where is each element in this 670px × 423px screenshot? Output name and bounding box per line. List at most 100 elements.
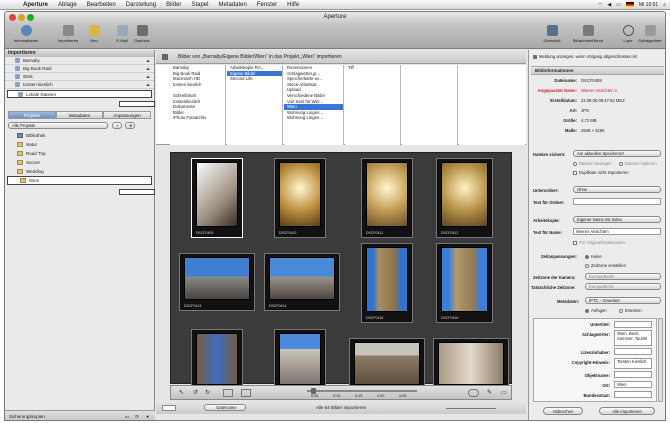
zoom-icon[interactable] xyxy=(27,14,34,21)
version-select[interactable]: Eigener Name mit Index xyxy=(573,216,661,223)
zoom-slider[interactable] xyxy=(446,408,496,409)
iptc-field[interactable] xyxy=(614,348,652,355)
browser-item[interactable]: iPhoto Fotoarchiv xyxy=(170,115,225,121)
tree-soccer[interactable]: Soccer xyxy=(5,158,154,167)
tz-none-option[interactable]: Keine xyxy=(585,254,602,259)
menu-edit[interactable]: Bearbeiten xyxy=(82,2,121,8)
iptc-field[interactable] xyxy=(614,371,652,378)
menu-stack[interactable]: Stapel xyxy=(186,2,213,8)
eject-icon[interactable]: ⏏ xyxy=(146,58,150,63)
thumbnail[interactable]: DSCF0411 xyxy=(361,158,413,238)
project-filter-select[interactable]: Alle Projekte xyxy=(8,121,108,129)
tree-natur[interactable]: Natur xyxy=(5,140,154,149)
metadata-preset-select[interactable]: IPTC – Erweitert xyxy=(585,297,661,304)
eject-icon[interactable]: ⏏ xyxy=(146,74,150,79)
cancel-button[interactable]: Abbrechen xyxy=(543,407,583,415)
eject-icon[interactable]: ⏏ xyxy=(146,66,150,71)
battery-icon[interactable]: ▭ xyxy=(616,2,621,8)
browser-item[interactable]: Second Life xyxy=(227,76,282,82)
menu-help[interactable]: Hilfe xyxy=(282,2,304,8)
thumbnail[interactable] xyxy=(191,329,243,385)
thumbnail[interactable]: DSCF0416 xyxy=(436,243,493,323)
iptc-field[interactable]: Wien xyxy=(614,381,652,388)
tree-road-trip[interactable]: Road Trip xyxy=(5,149,154,158)
backup-icon[interactable]: ▭ xyxy=(125,411,129,420)
source-big-book-raid[interactable]: Big Book Raid ⏏ xyxy=(5,65,154,73)
no-duplicates-checkbox[interactable]: Duplikate nicht importieren xyxy=(573,170,629,175)
iptc-field[interactable]: Torsten Kieslich xyxy=(614,358,652,369)
camera-icon[interactable] xyxy=(468,389,479,397)
more-icon[interactable]: ▭ xyxy=(501,389,507,396)
rotate-right-icon[interactable]: ↻ xyxy=(205,389,210,396)
toolbar-info-button[interactable]: Informationen xyxy=(9,25,43,47)
name-text-field[interactable]: Wiener Ansichten xyxy=(573,228,661,235)
menu-metadata[interactable]: Metadaten xyxy=(213,2,251,8)
add-project-button[interactable]: + xyxy=(112,121,122,129)
tab-metadata[interactable]: Metadaten xyxy=(55,111,104,119)
iptc-field[interactable]: Wien, Bach, Sommer, Tourist xyxy=(614,330,652,346)
menu-view[interactable]: Darstellung xyxy=(121,2,161,8)
iptc-field[interactable] xyxy=(614,391,652,398)
metadata-append-option[interactable]: Anfügen xyxy=(585,308,607,313)
folder-text-field[interactable] xyxy=(573,198,661,205)
source-torsten[interactable]: torsten kieslich ⏏ xyxy=(5,81,154,89)
tree-wedding[interactable]: Wedding xyxy=(5,167,154,176)
sync-icon[interactable]: ⟳ xyxy=(135,411,139,420)
move-option[interactable]: Dateien bewegen xyxy=(573,161,612,166)
thumbnail[interactable] xyxy=(349,338,425,385)
browser-item[interactable]: Tiff xyxy=(345,65,400,71)
thumbnail[interactable] xyxy=(433,338,509,385)
iptc-scrollbar[interactable] xyxy=(658,318,663,402)
wifi-icon[interactable]: ◠ xyxy=(598,2,602,8)
tz-set-option[interactable]: Zeitzone einstellen xyxy=(585,263,626,268)
copy-option[interactable]: Dateien kopieren xyxy=(619,161,657,166)
thumbnail[interactable]: DSCF0415 xyxy=(361,243,413,323)
toolbar-slideshow-button[interactable]: Diashow xyxy=(125,25,159,47)
thumbnail-size-slider[interactable] xyxy=(307,390,417,392)
thumbnail[interactable]: DSCF0410 xyxy=(274,158,326,238)
metadata-replace-option[interactable]: Ersetzen xyxy=(619,308,642,313)
toolbar-fullscreen-button[interactable]: Bildschirmfüllend xyxy=(571,25,605,47)
checkbox-icon[interactable] xyxy=(533,54,537,59)
minimize-icon[interactable] xyxy=(18,14,25,21)
source-idisk[interactable]: iDisk ⏏ xyxy=(5,73,154,81)
browser-item[interactable]: Wohnung Lingen... xyxy=(284,115,343,121)
iptc-field[interactable] xyxy=(614,321,652,328)
source-local-files[interactable]: Lokale Dateien xyxy=(7,90,152,98)
notify-checkbox[interactable]: Meldung anzeigen, wenn Vorgang abgeschlo… xyxy=(533,54,637,59)
menu-file[interactable]: Ablage xyxy=(53,2,82,8)
thumbnail[interactable]: DSCF0409 xyxy=(191,158,243,238)
spotlight-icon[interactable]: ⌕ xyxy=(663,2,666,8)
tab-projects[interactable]: Projekte xyxy=(8,111,56,119)
tab-adjustments[interactable]: Anpassungen xyxy=(103,111,152,119)
menu-images[interactable]: Bilder xyxy=(161,2,186,8)
tree-wien[interactable]: Wien xyxy=(7,176,152,185)
subfolder-select[interactable]: Ohne xyxy=(573,186,661,193)
thumbnail[interactable]: DSCF0413 xyxy=(179,253,255,311)
import-all-button[interactable]: Alle importieren xyxy=(599,407,655,415)
original-names-checkbox[interactable]: Für Original-Dateinamen xyxy=(573,240,625,245)
actual-tz-select[interactable]: Europa/Berlin xyxy=(585,283,661,290)
menu-app-name[interactable]: Aperture xyxy=(18,2,53,8)
eject-icon[interactable]: ⏏ xyxy=(146,82,150,87)
store-select[interactable]: Am aktuellen Speicherort xyxy=(573,150,661,157)
pointer-tool-icon[interactable]: ↖ xyxy=(179,389,184,396)
rotate-left-icon[interactable]: ↺ xyxy=(193,389,198,396)
source-barnaby[interactable]: Barnaby ⏏ xyxy=(5,57,154,65)
close-icon[interactable] xyxy=(9,14,16,21)
volume-icon[interactable]: ◀ xyxy=(607,2,611,8)
sort-select[interactable]: Dateiname xyxy=(204,404,246,411)
thumbnail[interactable]: DSCF0414 xyxy=(264,253,340,311)
clock[interactable]: Mi 10:51 xyxy=(639,2,658,8)
flag-icon[interactable] xyxy=(626,2,634,7)
thumbnail[interactable] xyxy=(274,329,326,385)
camera-tz-select[interactable]: Europa/Berlin xyxy=(585,273,661,280)
toolbar-keywords-button[interactable]: Schlagwörter xyxy=(633,25,665,47)
toolbar-overview-button[interactable]: Übersicht xyxy=(535,25,569,47)
eyedropper-icon[interactable]: ✎ xyxy=(487,389,492,396)
tree-library[interactable]: Bibliothek xyxy=(5,131,154,140)
stack-icon[interactable] xyxy=(223,389,233,397)
thumbnail[interactable]: DSCF0412 xyxy=(436,158,493,238)
unstack-icon[interactable] xyxy=(241,389,251,397)
menu-window[interactable]: Fenster xyxy=(252,2,282,8)
